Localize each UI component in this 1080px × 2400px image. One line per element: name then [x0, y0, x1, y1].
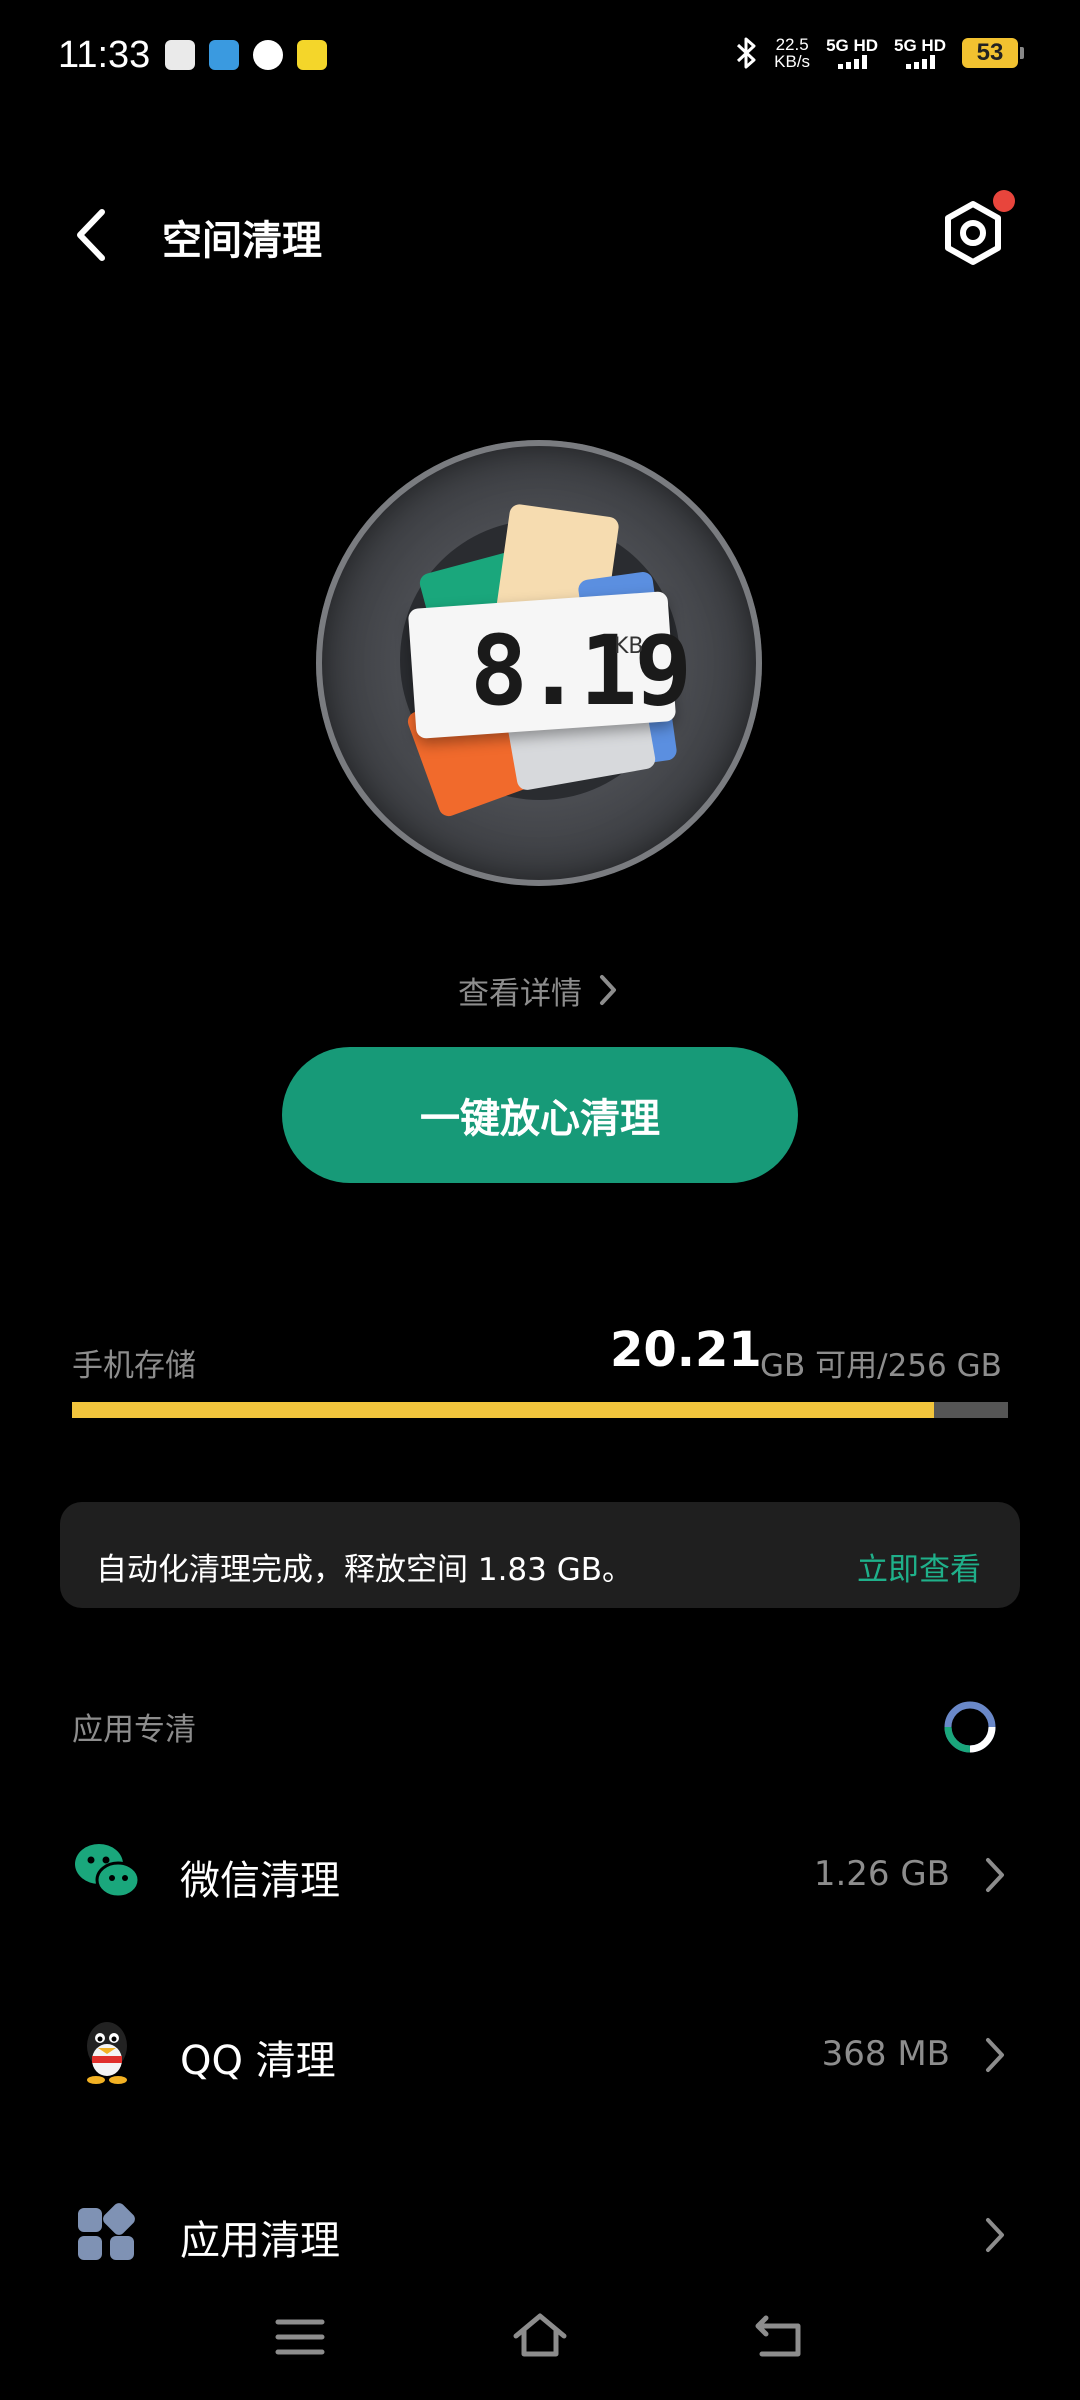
auto-clean-notice-text: 自动化清理完成，释放空间 1.83 GB。 [96, 1552, 634, 1588]
list-item-size: 1.26 GB [813, 1854, 950, 1894]
net-speed-unit: KB/s [774, 52, 811, 71]
list-item-app-clean[interactable]: 应用清理 [0, 2170, 1080, 2300]
apps-grid-icon [78, 2203, 135, 2260]
list-item-label: 微信清理 [180, 1858, 340, 1904]
status-time: 11:33 [58, 34, 151, 76]
section-title: 应用专清 [72, 1712, 196, 1748]
storage-capacity-text: GB 可用/256 GB [760, 1348, 1002, 1384]
net-speed-value: 22.5 [775, 35, 809, 54]
status-right-group: 22.5 KB/s 5G HD 5G HD 53 [734, 36, 1024, 70]
sim2-label: 5G HD [894, 36, 946, 55]
chevron-right-icon [986, 1858, 1004, 1892]
loading-spinner-icon [944, 1701, 996, 1753]
list-item-label: QQ 清理 [180, 2038, 336, 2084]
signal-bars-icon [837, 55, 867, 69]
chevron-right-icon [986, 2038, 1004, 2072]
chevron-right-icon [986, 2218, 1004, 2252]
sim1-signal: 5G HD [826, 37, 878, 69]
list-item-wechat[interactable]: 微信清理 1.26 GB [0, 1810, 1080, 1940]
battery-icon: 53 [962, 38, 1024, 68]
storage-progress-fill [72, 1402, 935, 1418]
vivo-icon [165, 40, 195, 70]
list-item-qq[interactable]: QQ 清理 368 MB [0, 1990, 1080, 2120]
list-item-size: 368 MB [821, 2034, 950, 2074]
sim2-signal: 5G HD [894, 37, 946, 69]
junk-size-unit: KB [614, 634, 644, 659]
net-speed: 22.5 KB/s [774, 36, 810, 70]
chevron-right-icon[interactable] [597, 972, 619, 1008]
view-now-link[interactable]: 立即查看 [857, 1544, 981, 1589]
storage-label: 手机存储 [72, 1348, 196, 1384]
back-arrow-icon[interactable] [62, 200, 122, 270]
storage-free-value: 20.21 [610, 1322, 762, 1378]
back-nav-icon[interactable] [752, 2312, 808, 2362]
list-item-label: 应用清理 [180, 2218, 340, 2264]
status-notification-icons [165, 40, 327, 70]
sim1-label: 5G HD [826, 36, 879, 55]
page-title: 空间清理 [162, 218, 322, 264]
view-details-link[interactable]: 查看详情 [458, 968, 582, 1013]
qq-icon [87, 2022, 127, 2084]
notification-dot [993, 190, 1015, 212]
junk-size-value: 8.19 [470, 615, 692, 727]
bluetooth-icon [737, 37, 756, 69]
chat-bubble-icon [253, 40, 283, 70]
wechat-icon [75, 1844, 141, 1899]
app-icon [297, 40, 327, 70]
signal-bars-icon [905, 55, 935, 69]
home-icon[interactable] [512, 2310, 568, 2360]
menu-icon[interactable] [272, 2312, 328, 2362]
one-click-clean-button[interactable]: 一键放心清理 [282, 1047, 798, 1183]
telegram-icon [209, 40, 239, 70]
